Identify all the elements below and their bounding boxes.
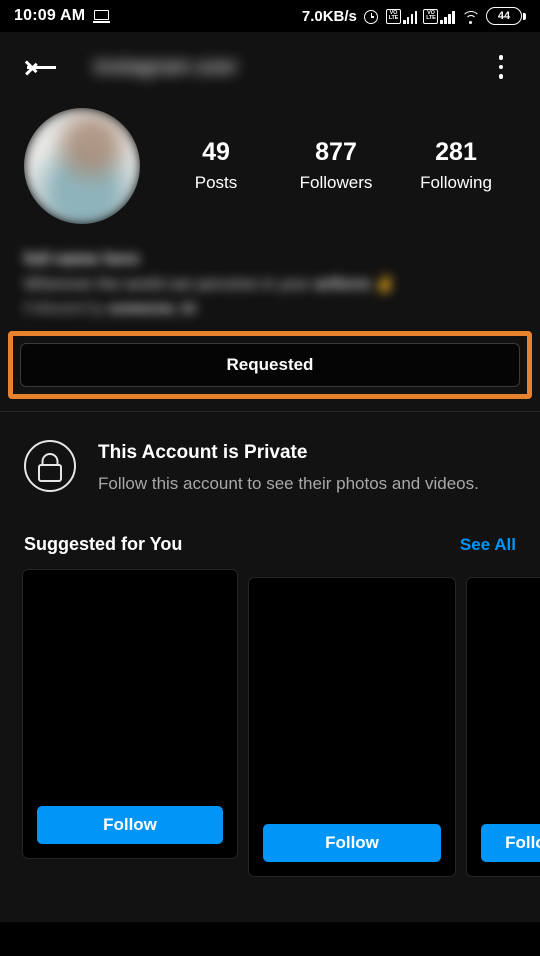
followed-by: Followed by someone_hi [24,297,516,321]
battery-level: 44 [497,10,511,22]
bio-description-text: Wherever the world can perceive in your [24,275,311,293]
followers-count: 877 [315,138,357,167]
app-header: instagram user [0,32,540,102]
network-speed: 7.0KB/s [301,7,357,25]
bio-emoji: ✌ [375,275,396,293]
stat-followers[interactable]: 877 Followers [293,137,379,194]
following-count: 281 [435,138,477,167]
follow-action-area: Requested [0,321,540,411]
following-label: Following [420,172,492,192]
private-notice-title: This Account is Private [98,442,308,464]
alarm-clock-icon [363,8,380,25]
followers-label: Followers [299,172,373,192]
followed-by-names: someone_hi [108,300,196,318]
stat-posts[interactable]: 49 Posts [173,137,259,194]
back-arrow-icon[interactable] [22,47,62,87]
posts-count: 49 [202,138,230,167]
sim1-signal-icon: VO LTE [385,8,418,24]
profile-bio: full name here Wherever the world can pe… [0,224,540,321]
status-time: 10:09 AM [14,7,86,24]
laptop-icon [93,9,111,23]
followed-by-prefix: Followed by [24,300,105,318]
suggested-header: Suggested for You See All [0,520,540,569]
suggested-cards-carousel[interactable]: Follow Follow Follow [0,569,540,878]
suggested-card[interactable]: Follow [466,577,540,878]
header-username-text: instagram user [94,55,238,78]
overflow-menu-icon[interactable] [484,50,518,84]
requested-button[interactable]: Requested [20,343,520,388]
annotation-highlight-box: Requested [8,331,532,400]
profile-header: 49 Posts 877 Followers 281 Following [0,102,540,224]
follow-button[interactable]: Follow [263,824,441,863]
bio-description: Wherever the world can perceive in your … [24,272,516,298]
profile-stats: 49 Posts 877 Followers 281 Following [140,137,516,194]
status-bar-right: 7.0KB/s VO LTE VO LTE 44 [302,7,526,25]
see-all-link[interactable]: See All [460,535,516,555]
instagram-profile-screen: 10:09 AM 7.0KB/s VO LTE VO LTE 44 instag… [0,0,540,956]
bio-display-name: full name here [24,249,140,268]
header-username: instagram user [94,54,484,80]
stat-following[interactable]: 281 Following [413,137,499,194]
suggested-card[interactable]: Follow [22,569,238,860]
wifi-icon [461,9,480,24]
suggested-card[interactable]: Follow [248,577,456,878]
follow-button[interactable]: Follow [37,806,223,845]
sim2-signal-icon: VO LTE [423,8,455,24]
follow-button[interactable]: Follow [481,824,540,863]
private-notice-subtitle: Follow this account to see their photos … [98,473,479,493]
battery-indicator: 44 [486,7,526,25]
private-account-notice: This Account is Private Follow this acco… [0,412,540,520]
suggested-title: Suggested for You [24,534,183,555]
status-bar-left: 10:09 AM [14,7,111,25]
posts-label: Posts [194,172,238,192]
bio-description-bold: artform [314,275,371,293]
navigation-bar [0,922,540,956]
lock-icon [24,440,76,493]
private-notice-text: This Account is Private Follow this acco… [98,438,516,496]
status-bar: 10:09 AM 7.0KB/s VO LTE VO LTE 44 [0,0,540,32]
avatar[interactable] [24,108,140,224]
